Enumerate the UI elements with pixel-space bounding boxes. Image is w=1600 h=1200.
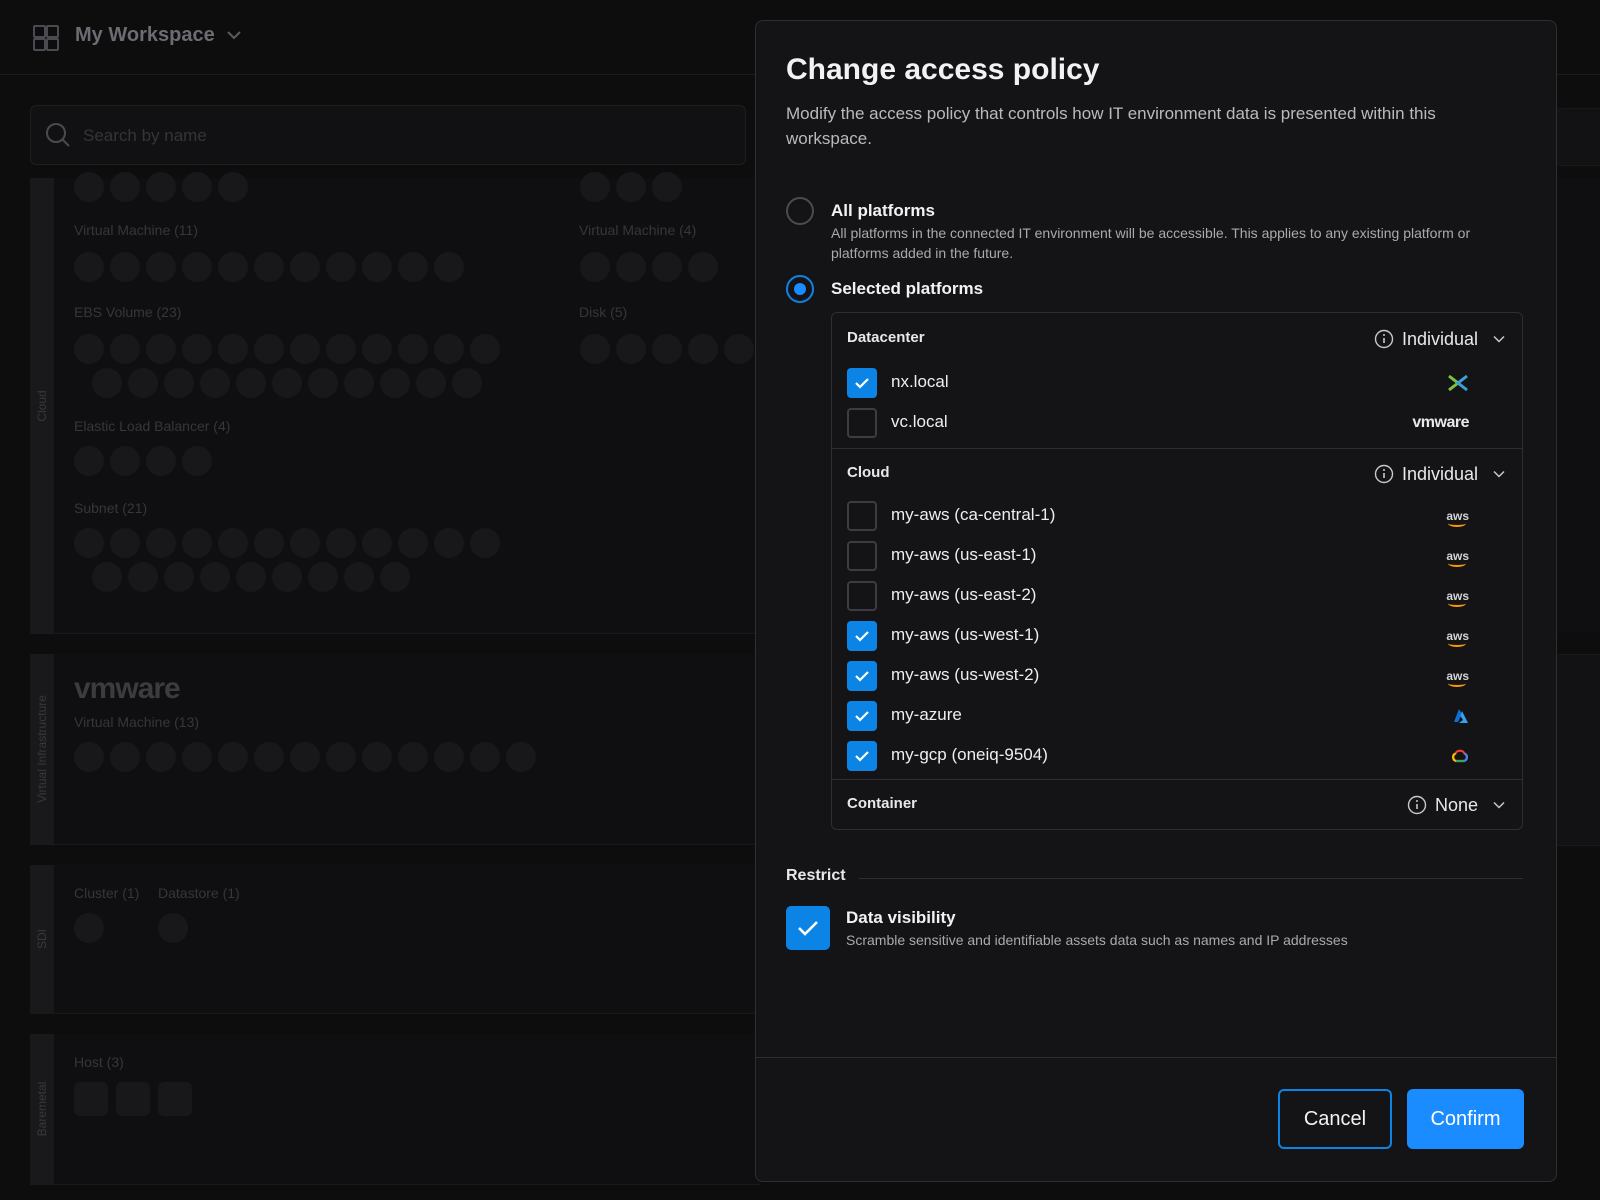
vmware-icon: vmware	[1412, 414, 1469, 431]
section-tab[interactable]: SDI	[30, 865, 54, 1013]
dropdown-value: None	[1434, 794, 1478, 815]
resource-label: Datastore (1)	[158, 885, 240, 901]
platform-label: nx.local	[891, 372, 949, 391]
confirm-button[interactable]: Confirm	[1407, 1089, 1524, 1149]
platform-row-gcp[interactable]: my-gcp (oneiq-9504)	[847, 741, 1487, 771]
group-cloud: Cloud Individual my-aws (ca-central-1) a…	[832, 448, 1522, 780]
aws-icon: aws	[1446, 629, 1469, 647]
checkbox-nx-local[interactable]	[847, 368, 877, 398]
checkbox-aws-us-east-2[interactable]	[847, 581, 877, 611]
checkbox-azure[interactable]	[847, 701, 877, 731]
vmware-logo: vmware	[74, 672, 181, 705]
info-icon[interactable]	[1374, 464, 1394, 484]
restrict-heading: Restrict	[786, 867, 846, 884]
platform-label: my-aws (us-east-1)	[891, 545, 1037, 564]
chevron-down-icon	[1493, 801, 1505, 809]
resource-label: Host (3)	[74, 1054, 124, 1070]
resource-label: Virtual Machine (4)	[579, 222, 697, 238]
search-input[interactable]	[81, 124, 685, 148]
platform-label: my-azure	[891, 705, 962, 724]
platform-row-aws-us-west-2[interactable]: my-aws (us-west-2) aws	[847, 661, 1487, 691]
resource-label: Virtual Machine (11)	[74, 222, 198, 238]
platform-selection-box: Datacenter Individual nx.local vc.local …	[831, 312, 1523, 830]
checkbox-aws-us-east-1[interactable]	[847, 541, 877, 571]
search-icon	[46, 123, 70, 147]
data-visibility-description: Scramble sensitive and identifiable asse…	[846, 932, 1348, 948]
azure-icon	[1453, 705, 1469, 727]
section-virtual-infrastructure: Virtual Infrastructure vmware Virtual Ma…	[30, 654, 760, 845]
section-sdi: SDI Cluster (1) Datastore (1)	[30, 865, 760, 1014]
background-panel-edge	[1556, 108, 1600, 166]
radio-selected-platforms[interactable]	[786, 275, 814, 303]
section-tab[interactable]: Cloud	[30, 178, 54, 633]
platform-label: vc.local	[891, 412, 948, 431]
grid-icon[interactable]	[33, 25, 59, 51]
dialog-description: Modify the access policy that controls h…	[786, 104, 1436, 148]
aws-icon: aws	[1446, 589, 1469, 607]
platform-row-azure[interactable]: my-azure	[847, 701, 1487, 731]
section-tab[interactable]: Virtual Infrastructure	[30, 654, 54, 844]
platform-row-nx-local[interactable]: nx.local	[847, 368, 1487, 398]
checkbox-gcp[interactable]	[847, 741, 877, 771]
resource-label: Virtual Machine (13)	[74, 714, 200, 730]
option-label-selected-platforms[interactable]: Selected platforms	[831, 279, 983, 299]
platform-row-aws-us-east-1[interactable]: my-aws (us-east-1) aws	[847, 541, 1487, 571]
platform-row-aws-us-west-1[interactable]: my-aws (us-west-1) aws	[847, 621, 1487, 651]
dialog-title: Change access policy	[786, 53, 1100, 86]
group-title: Datacenter	[847, 329, 925, 346]
platform-label: my-aws (us-west-1)	[891, 625, 1040, 644]
search-bar	[30, 105, 746, 165]
background-panel-edge	[1556, 654, 1600, 846]
section-cloud: Cloud Virtual Machine (11) Virtual Machi…	[30, 172, 760, 634]
cancel-button[interactable]: Cancel	[1278, 1089, 1392, 1149]
group-title: Container	[847, 795, 918, 812]
datacenter-mode-dropdown[interactable]: Individual	[1374, 327, 1506, 351]
chevron-down-icon	[1493, 335, 1505, 343]
checkbox-aws-ca-central-1[interactable]	[847, 501, 877, 531]
checkbox-aws-us-west-1[interactable]	[847, 621, 877, 651]
nutanix-icon	[1447, 372, 1469, 394]
group-container: Container None	[832, 779, 1522, 831]
checkbox-vc-local[interactable]	[847, 408, 877, 438]
platform-label: my-aws (ca-central-1)	[891, 505, 1056, 524]
group-title: Cloud	[847, 464, 890, 481]
resource-label: Disk (5)	[579, 304, 628, 320]
resource-label: Elastic Load Balancer (4)	[74, 418, 231, 434]
divider	[859, 878, 1523, 879]
divider	[756, 1057, 1556, 1058]
checkbox-data-visibility[interactable]	[786, 906, 830, 950]
chevron-down-icon	[1493, 470, 1505, 478]
change-access-policy-dialog: Change access policy Modify the access p…	[755, 20, 1557, 1182]
info-icon[interactable]	[1374, 329, 1394, 349]
workspace-title[interactable]: My Workspace	[75, 24, 215, 47]
resource-label: EBS Volume (23)	[74, 304, 182, 320]
dropdown-value: Individual	[1401, 463, 1478, 484]
data-visibility-label[interactable]: Data visibility	[846, 908, 956, 928]
platform-row-aws-ca-central-1[interactable]: my-aws (ca-central-1) aws	[847, 501, 1487, 531]
platform-label: my-aws (us-west-2)	[891, 665, 1040, 684]
aws-icon: aws	[1446, 509, 1469, 527]
aws-icon: aws	[1446, 549, 1469, 567]
section-tab[interactable]: Baremetal	[30, 1034, 54, 1184]
chevron-down-icon[interactable]	[226, 27, 242, 43]
platform-label: my-gcp (oneiq-9504)	[891, 745, 1048, 764]
info-icon[interactable]	[1407, 795, 1427, 815]
checkbox-aws-us-west-2[interactable]	[847, 661, 877, 691]
container-mode-dropdown[interactable]: None	[1407, 793, 1506, 817]
platform-row-vc-local[interactable]: vc.local vmware	[847, 408, 1487, 438]
radio-all-platforms[interactable]	[786, 197, 814, 225]
resource-label: Subnet (21)	[74, 500, 148, 516]
gcp-icon	[1451, 745, 1469, 767]
group-datacenter: Datacenter Individual nx.local vc.local …	[832, 313, 1522, 449]
section-baremetal: Baremetal Host (3)	[30, 1034, 760, 1185]
platform-row-aws-us-east-2[interactable]: my-aws (us-east-2) aws	[847, 581, 1487, 611]
option-label-all-platforms[interactable]: All platforms	[831, 201, 935, 221]
option-description-all-platforms: All platforms in the connected IT enviro…	[831, 225, 1471, 261]
platform-label: my-aws (us-east-2)	[891, 585, 1037, 604]
background-panel-edge	[1556, 178, 1600, 633]
cloud-mode-dropdown[interactable]: Individual	[1374, 462, 1506, 486]
dropdown-value: Individual	[1401, 328, 1478, 349]
aws-icon: aws	[1446, 669, 1469, 687]
resource-label: Cluster (1)	[74, 885, 140, 901]
